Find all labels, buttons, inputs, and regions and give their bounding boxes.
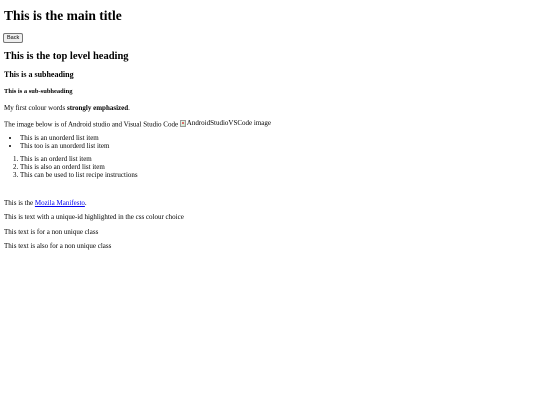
non-unique-class-paragraph-1: This text is for a non unique class: [4, 228, 99, 236]
subheading: This is a subheading: [4, 70, 74, 79]
broken-image-icon: [179, 119, 186, 127]
ordered-list: This is an orderd list item This is also…: [4, 155, 138, 179]
android-studio-vscode-image: AndroidStudioVSCode image: [179, 119, 271, 127]
unique-id-paragraph: This is text with a unique-id highlighte…: [4, 213, 184, 221]
image-paragraph: The image below is of Android studio and…: [4, 119, 271, 129]
list-item: This can be used to list recipe instruct…: [20, 171, 138, 179]
list-item: This is also an orderd list item: [20, 163, 138, 171]
manifesto-paragraph: This is the Mozila Manifesto.: [4, 199, 87, 207]
image-intro-text: The image below is of Android studio and…: [4, 120, 180, 129]
back-button[interactable]: Back: [3, 33, 24, 43]
strong-emphasis: strongly emphasized: [67, 104, 129, 112]
manifesto-suffix: .: [84, 199, 87, 207]
colour-words-paragraph: My first colour words strongly emphasize…: [4, 104, 130, 112]
list-item: This is an unorderd list item: [20, 134, 109, 142]
top-level-heading: This is the top level heading: [4, 51, 129, 62]
list-item: This too is an unorderd list item: [20, 142, 109, 150]
colour-words-suffix: .: [128, 104, 130, 112]
mozilla-manifesto-link[interactable]: Mozila Manifesto: [35, 199, 85, 207]
manifesto-prefix: This is the: [4, 199, 35, 207]
colour-words-prefix: My first colour words: [4, 104, 67, 112]
sub-subheading: This is a sub-subheading: [4, 88, 73, 95]
list-item: This is an orderd list item: [20, 155, 138, 163]
main-title: This is the main title: [4, 8, 122, 23]
unordered-list: This is an unorderd list item This too i…: [4, 134, 109, 150]
image-alt-text: AndroidStudioVSCode image: [186, 119, 271, 127]
non-unique-class-paragraph-2: This text is also for a non unique class: [4, 242, 112, 250]
